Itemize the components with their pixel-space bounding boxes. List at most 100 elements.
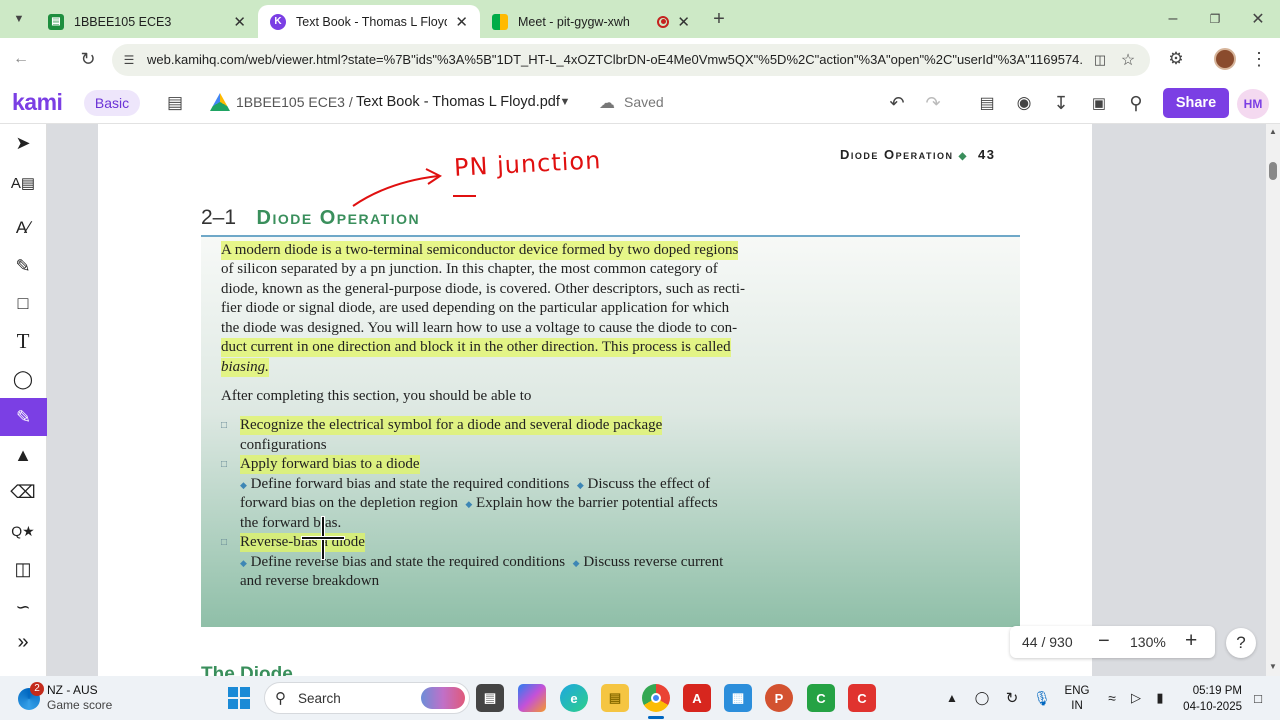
taskbar-search[interactable]: ⚲ Search bbox=[264, 682, 470, 714]
vertical-scrollbar[interactable]: ▲ ▼ bbox=[1266, 124, 1280, 676]
undo-icon[interactable]: ↶ bbox=[884, 90, 910, 116]
edge-icon[interactable]: e bbox=[560, 684, 588, 712]
equation-icon[interactable]: ◯ bbox=[8, 364, 38, 394]
language-line-2: IN bbox=[1071, 700, 1083, 712]
wifi-icon[interactable]: ≈ bbox=[1102, 688, 1122, 708]
battery-icon[interactable]: ▮ bbox=[1150, 688, 1170, 708]
download-icon[interactable]: ↧ bbox=[1048, 90, 1074, 116]
text-tool-icon[interactable]: A∕ bbox=[8, 213, 38, 243]
signature-icon[interactable]: ∽ bbox=[8, 592, 38, 622]
windows-start-icon[interactable] bbox=[228, 687, 250, 709]
intro-line: diode, known as the general-purpose diod… bbox=[221, 281, 745, 297]
tray-chevron-icon[interactable]: ▲ bbox=[942, 688, 962, 708]
extensions-icon[interactable]: ⚙ bbox=[1163, 46, 1189, 72]
kami-logo[interactable]: kami bbox=[12, 89, 63, 116]
clock-time: 05:19 PM bbox=[1192, 685, 1242, 697]
new-tab-icon[interactable]: + bbox=[708, 8, 730, 30]
comment-icon[interactable]: □ bbox=[8, 288, 38, 318]
markup-pen-icon[interactable]: ✎ bbox=[8, 251, 38, 281]
browser-menu-icon[interactable]: ⋮ bbox=[1248, 46, 1270, 72]
tab-search-icon[interactable]: ▼ bbox=[8, 8, 30, 30]
reload-icon[interactable]: ↻ bbox=[75, 46, 101, 72]
language-indicator[interactable]: ENG IN bbox=[1060, 684, 1094, 714]
volume-icon[interactable]: ▷ bbox=[1126, 688, 1146, 708]
section-title: Diode Operation bbox=[256, 207, 421, 229]
drawing-tool-icon[interactable]: ✎ bbox=[0, 398, 47, 436]
weather-line-2: Game score bbox=[47, 698, 113, 712]
notifications-icon[interactable]: □ bbox=[1248, 688, 1268, 708]
bookmark-star-icon[interactable]: ☆ bbox=[1118, 50, 1138, 70]
url-text[interactable]: web.kamihq.com/web/viewer.html?state=%7B… bbox=[147, 52, 1082, 67]
folder-breadcrumb[interactable]: 1BBEE105 ECE3 / bbox=[236, 94, 353, 110]
clock-date: 04-10-2025 bbox=[1183, 701, 1242, 713]
text-select-icon[interactable]: A▤ bbox=[8, 168, 38, 198]
outline-icon[interactable]: ▤ bbox=[974, 90, 1000, 116]
document-viewer[interactable]: Diode Operation ◆ 43 PN junction 2–1 Dio… bbox=[47, 124, 1266, 676]
scroll-thumb[interactable] bbox=[1269, 162, 1277, 180]
tab-3[interactable]: Meet - pit-gygw-xwh ✕ bbox=[480, 5, 702, 38]
shapes-icon[interactable]: ▲ bbox=[8, 440, 38, 470]
close-icon[interactable]: ✕ bbox=[455, 13, 468, 31]
next-heading: The Diode bbox=[201, 664, 293, 676]
page-indicator[interactable]: 44 / 930 bbox=[1022, 634, 1073, 650]
file-name[interactable]: Text Book - Thomas L Floyd.pdf bbox=[356, 94, 560, 110]
tab-1[interactable]: ▤ 1BBEE105 ECE3 ✕ bbox=[36, 5, 258, 38]
back-icon[interactable]: ← bbox=[8, 46, 34, 72]
plan-badge[interactable]: Basic bbox=[84, 90, 140, 116]
tray-sync-icon[interactable]: ↻ bbox=[1002, 688, 1022, 708]
ai-icon[interactable]: Q★ bbox=[8, 516, 38, 546]
text-box-icon[interactable]: T bbox=[8, 326, 38, 356]
search-icon[interactable]: ⚲ bbox=[1123, 90, 1149, 116]
address-bar: ← ↻ ☰ web.kamihq.com/web/viewer.html?sta… bbox=[0, 38, 1280, 82]
tray-app-icon[interactable]: ◯ bbox=[972, 688, 992, 708]
window-close-icon[interactable]: ✕ bbox=[1245, 6, 1271, 32]
microphone-icon[interactable]: 🎙 bbox=[1032, 688, 1052, 708]
red-app-icon[interactable]: C bbox=[848, 684, 876, 712]
archive-icon[interactable]: ▤ bbox=[162, 90, 188, 116]
weather-widget[interactable]: 2 NZ - AUS Game score bbox=[14, 682, 124, 714]
file-explorer-icon[interactable]: ▤ bbox=[601, 684, 629, 712]
green-app-icon[interactable]: C bbox=[807, 684, 835, 712]
chevron-down-icon[interactable]: ▼ bbox=[556, 93, 574, 111]
recording-icon bbox=[657, 15, 670, 28]
close-icon[interactable]: ✕ bbox=[677, 13, 690, 31]
redo-icon[interactable]: ↷ bbox=[920, 90, 946, 116]
user-avatar[interactable]: HM bbox=[1237, 89, 1269, 119]
share-button[interactable]: Share bbox=[1163, 88, 1229, 118]
copilot-icon[interactable] bbox=[518, 684, 546, 712]
acrobat-icon[interactable]: A bbox=[683, 684, 711, 712]
tab-2[interactable]: K Text Book - Thomas L Floyd.pdf ✕ bbox=[258, 5, 480, 38]
image-icon[interactable]: ◫ bbox=[8, 554, 38, 584]
chrome-icon[interactable] bbox=[642, 684, 670, 712]
calculator-icon[interactable]: ▦ bbox=[724, 684, 752, 712]
objective-1-cont: configurations bbox=[240, 437, 327, 453]
close-icon[interactable]: ✕ bbox=[233, 13, 246, 31]
omnibox[interactable]: ☰ web.kamihq.com/web/viewer.html?state=%… bbox=[112, 44, 1150, 76]
minimize-icon[interactable]: – bbox=[1160, 6, 1186, 32]
expand-tools-icon[interactable]: » bbox=[8, 627, 38, 657]
scroll-up-icon[interactable]: ▲ bbox=[1269, 127, 1277, 136]
profile-avatar[interactable] bbox=[1214, 48, 1236, 70]
briefcase-icon[interactable]: ▣ bbox=[1086, 90, 1112, 116]
scroll-down-icon[interactable]: ▼ bbox=[1269, 662, 1277, 671]
eraser-icon[interactable]: ⌫ bbox=[8, 477, 38, 507]
zoom-in-button[interactable]: + bbox=[1185, 629, 1197, 653]
install-app-icon[interactable]: ◫ bbox=[1090, 50, 1110, 70]
zoom-out-button[interactable]: − bbox=[1098, 630, 1110, 653]
kami-toolbar: kami Basic ▤ 1BBEE105 ECE3 / Text Book -… bbox=[0, 82, 1280, 124]
view-eye-icon[interactable]: ◉ bbox=[1011, 90, 1037, 116]
restore-icon[interactable]: ❐ bbox=[1202, 6, 1228, 32]
bullet-square-icon: □ bbox=[221, 537, 228, 548]
objective-2-sub: ◆ Define forward bias and state the requ… bbox=[240, 476, 711, 492]
objective-1: Recognize the electrical symbol for a di… bbox=[240, 416, 663, 435]
help-button[interactable]: ? bbox=[1226, 628, 1256, 658]
intro-line: A modern diode is a two-terminal semicon… bbox=[221, 241, 739, 260]
bullet-square-icon: □ bbox=[221, 459, 228, 470]
zoom-level[interactable]: 130% bbox=[1130, 634, 1166, 650]
search-icon: ⚲ bbox=[275, 690, 286, 707]
site-info-icon[interactable]: ☰ bbox=[120, 51, 138, 69]
clock[interactable]: 05:19 PM 04-10-2025 bbox=[1176, 683, 1242, 715]
task-view-icon[interactable]: ▤ bbox=[476, 684, 504, 712]
select-tool-icon[interactable]: ➤ bbox=[8, 128, 38, 158]
powerpoint-icon[interactable]: P bbox=[765, 684, 793, 712]
